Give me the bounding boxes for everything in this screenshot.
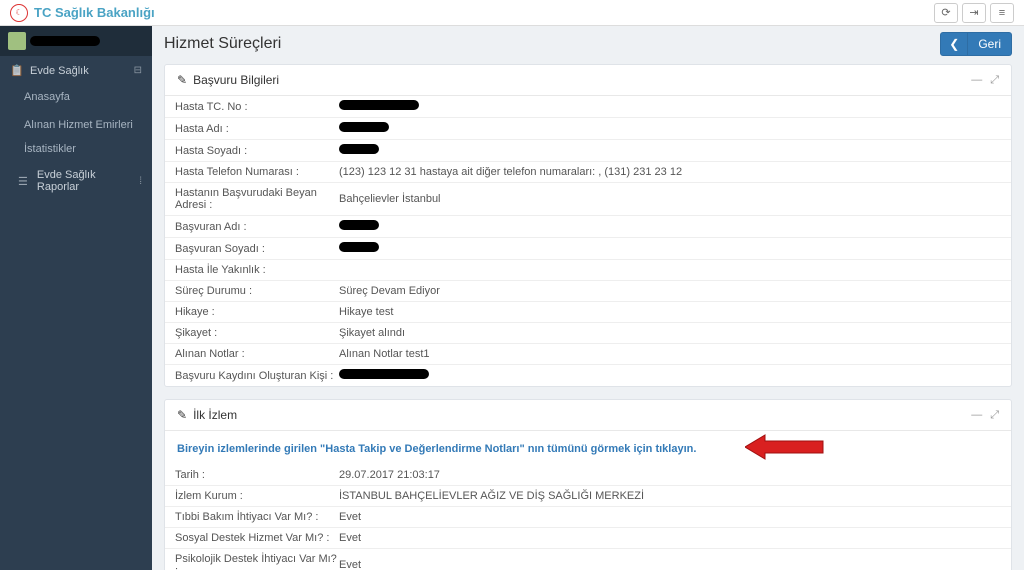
app-title: TC Sağlık Bakanlığı (34, 5, 155, 20)
edit-icon: ✎ (177, 73, 187, 87)
header-buttons: ⟳ ⇥ ≡ (934, 3, 1014, 23)
collapse-icon[interactable]: — (971, 409, 982, 422)
label-olusturan: Başvuru Kaydını Oluşturan Kişi : (175, 370, 339, 382)
sidebar: 📋 Evde Sağlık ⊟ Anasayfa Alınan Hizmet E… (0, 26, 152, 570)
value-tibbi: Evet (339, 511, 1001, 523)
sidebar-sub-label: Anasayfa (24, 91, 70, 103)
label-hasta-tel: Hasta Telefon Numarası : (175, 166, 339, 178)
label-psiko: Psikolojik Destek İhtiyacı Var Mı? : (175, 553, 339, 570)
value-surec-durum: Süreç Devam Ediyor (339, 285, 1001, 297)
sidebar-sub-alinan[interactable]: Alınan Hizmet Emirleri (0, 113, 152, 137)
back-button[interactable]: ❮ Geri (940, 32, 1012, 56)
panel-header: ✎ Başvuru Bilgileri — ⤢ (165, 65, 1011, 96)
value-redacted (339, 242, 379, 252)
sidebar-user[interactable] (0, 26, 152, 56)
sidebar-sub-label: Alınan Hizmet Emirleri (24, 119, 133, 131)
value-hikaye: Hikaye test (339, 306, 1001, 318)
minus-icon: ⊟ (134, 65, 142, 76)
sidebar-item-raporlar[interactable]: ☰ Evde Sağlık Raporlar ⁞ (0, 161, 152, 201)
logo-area: ☾ TC Sağlık Bakanlığı (10, 4, 155, 22)
label-hikaye: Hikaye : (175, 306, 339, 318)
menu-button[interactable]: ≡ (990, 3, 1014, 23)
clipboard-icon: 📋 (10, 64, 22, 77)
back-button-label: Geri (968, 32, 1012, 56)
label-yakinlik: Hasta İle Yakınlık : (175, 264, 339, 276)
chevron-left-icon: ❮ (940, 32, 968, 56)
sidebar-sub-label: İstatistikler (24, 143, 76, 155)
label-sikayet: Şikayet : (175, 327, 339, 339)
label-sosyal: Sosyal Destek Hizmet Var Mı? : (175, 532, 339, 544)
content-area: Hizmet Süreçleri ❮ Geri ✎ Başvuru Bilgil… (152, 26, 1024, 570)
value-redacted (339, 369, 429, 379)
refresh-button[interactable]: ⟳ (934, 3, 958, 23)
logout-button[interactable]: ⇥ (962, 3, 986, 23)
label-hasta-soyadi: Hasta Soyadı : (175, 145, 339, 157)
value-redacted (339, 122, 389, 132)
list-icon: ☰ (18, 175, 29, 188)
sidebar-item-label: Evde Sağlık (30, 65, 89, 77)
panel-title: Başvuru Bilgileri (193, 73, 279, 87)
label-hasta-adi: Hasta Adı : (175, 123, 339, 135)
value-sikayet: Şikayet alındı (339, 327, 1001, 339)
sidebar-sub-anasayfa[interactable]: Anasayfa (0, 85, 152, 109)
view-notes-link[interactable]: Bireyin izlemlerinde girilen "Hasta Taki… (177, 443, 696, 455)
label-basvuran-adi: Başvuran Adı : (175, 221, 339, 233)
page-title: Hizmet Süreçleri (164, 35, 281, 53)
panel-ilk-izlem: ✎ İlk İzlem — ⤢ Bireyin izlemlerinde gir… (164, 399, 1012, 570)
label-tarih: Tarih : (175, 469, 339, 481)
logo-icon: ☾ (10, 4, 28, 22)
panel-title: İlk İzlem (193, 408, 237, 422)
value-redacted (339, 144, 379, 154)
collapse-icon[interactable]: — (971, 74, 982, 87)
user-avatar-icon (8, 32, 26, 50)
value-psiko: Evet (339, 559, 1001, 570)
value-redacted (339, 100, 419, 110)
expand-icon[interactable]: ⤢ (990, 409, 999, 422)
value-redacted (339, 220, 379, 230)
label-hasta-tc: Hasta TC. No : (175, 101, 339, 113)
page-header: Hizmet Süreçleri ❮ Geri (164, 32, 1012, 56)
value-hasta-tel: (123) 123 12 31 hastaya ait diğer telefo… (339, 166, 1001, 178)
label-surec-durum: Süreç Durumu : (175, 285, 339, 297)
edit-icon: ✎ (177, 408, 187, 422)
label-basvuran-soyadi: Başvuran Soyadı : (175, 243, 339, 255)
panel-basvuru-bilgileri: ✎ Başvuru Bilgileri — ⤢ Hasta TC. No : H… (164, 64, 1012, 387)
sidebar-sub-istatistik[interactable]: İstatistikler (0, 137, 152, 161)
label-alinan-notlar: Alınan Notlar : (175, 348, 339, 360)
value-tarih: 29.07.2017 21:03:17 (339, 469, 1001, 481)
value-alinan-notlar: Alınan Notlar test1 (339, 348, 1001, 360)
label-tibbi: Tıbbi Bakım İhtiyacı Var Mı? : (175, 511, 339, 523)
label-beyan-adres: Hastanın Başvurudaki Beyan Adresi : (175, 187, 339, 211)
expand-icon[interactable]: ⤢ (990, 74, 999, 87)
red-arrow-annotation (745, 433, 825, 461)
top-header: ☾ TC Sağlık Bakanlığı ⟳ ⇥ ≡ (0, 0, 1024, 26)
label-kurum: İzlem Kurum : (175, 490, 339, 502)
value-sosyal: Evet (339, 532, 1001, 544)
value-kurum: İSTANBUL BAHÇELİEVLER AĞIZ VE DİŞ SAĞLIĞ… (339, 490, 1001, 502)
sidebar-item-label: Evde Sağlık Raporlar (37, 169, 131, 193)
value-beyan-adres: Bahçelievler İstanbul (339, 193, 1001, 205)
user-name-redacted (30, 36, 100, 46)
grip-icon: ⁞ (139, 176, 142, 187)
panel-header: ✎ İlk İzlem — ⤢ (165, 400, 1011, 431)
sidebar-item-evde-saglik[interactable]: 📋 Evde Sağlık ⊟ (0, 56, 152, 85)
